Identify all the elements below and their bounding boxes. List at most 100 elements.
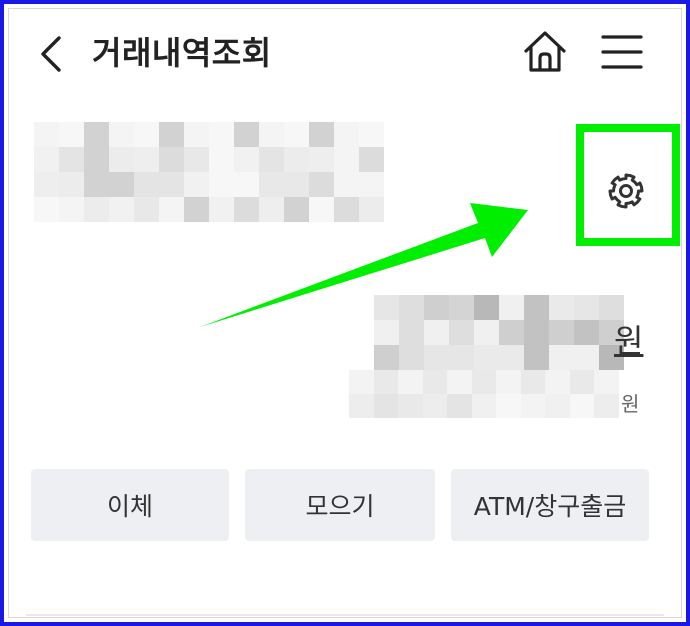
redaction-pixel <box>259 122 284 147</box>
redaction-pixel <box>334 122 359 147</box>
redaction-pixel <box>334 147 359 172</box>
redaction-pixel <box>549 320 574 345</box>
redaction-pixel <box>109 172 134 197</box>
page-title: 거래내역조회 <box>92 34 272 72</box>
redaction-pixel <box>399 295 424 320</box>
home-button[interactable] <box>521 28 569 76</box>
redaction-pixel <box>34 172 59 197</box>
redaction-pixel <box>524 295 549 320</box>
redaction-pixel <box>309 197 334 222</box>
redaction-pixel <box>284 172 309 197</box>
redaction-pixel <box>59 197 84 222</box>
redaction-pixel <box>474 345 499 370</box>
redaction-pixel <box>259 147 284 172</box>
redaction-pixel <box>545 370 570 394</box>
redaction-pixel <box>449 320 474 345</box>
balance-unit: 원 <box>614 322 644 360</box>
balance-amount-redacted <box>374 295 624 370</box>
atm-withdrawal-button[interactable]: ATM/창구출금 <box>451 469 649 541</box>
redaction-pixel <box>447 394 472 418</box>
redaction-pixel <box>549 345 574 370</box>
redaction-pixel <box>84 197 109 222</box>
redaction-pixel <box>309 122 334 147</box>
redaction-pixel <box>34 147 59 172</box>
redaction-pixel <box>349 370 374 394</box>
redaction-pixel <box>159 172 184 197</box>
redaction-pixel <box>159 122 184 147</box>
account-settings-button[interactable] <box>602 167 650 215</box>
redaction-pixel <box>334 197 359 222</box>
redaction-pixel <box>184 197 209 222</box>
transfer-button[interactable]: 이체 <box>31 469 229 541</box>
redaction-pixel <box>574 320 599 345</box>
redaction-pixel <box>84 122 109 147</box>
redaction-pixel <box>374 295 399 320</box>
redaction-pixel <box>499 345 524 370</box>
available-amount-unit: 원 <box>621 392 640 416</box>
redaction-pixel <box>524 320 549 345</box>
redaction-pixel <box>159 197 184 222</box>
redaction-pixel <box>109 122 134 147</box>
redaction-pixel <box>134 122 159 147</box>
redaction-pixel <box>234 147 259 172</box>
redaction-pixel <box>59 172 84 197</box>
redaction-pixel <box>334 172 359 197</box>
redaction-pixel <box>84 147 109 172</box>
redaction-pixel <box>284 147 309 172</box>
account-info-redacted <box>34 122 384 222</box>
redaction-pixel <box>209 147 234 172</box>
redaction-pixel <box>449 295 474 320</box>
available-amount-redacted <box>349 370 619 418</box>
redaction-pixel <box>574 345 599 370</box>
redaction-pixel <box>134 197 159 222</box>
redaction-pixel <box>569 370 594 394</box>
redaction-pixel <box>209 197 234 222</box>
redaction-pixel <box>159 147 184 172</box>
redaction-pixel <box>499 295 524 320</box>
redaction-pixel <box>422 394 447 418</box>
redaction-pixel <box>309 147 334 172</box>
redaction-pixel <box>374 320 399 345</box>
redaction-pixel <box>422 370 447 394</box>
redaction-pixel <box>399 345 424 370</box>
redaction-pixel <box>574 295 599 320</box>
redaction-pixel <box>34 197 59 222</box>
redaction-pixel <box>134 147 159 172</box>
redaction-pixel <box>471 394 496 418</box>
redaction-pixel <box>109 197 134 222</box>
back-button[interactable] <box>34 32 70 76</box>
redaction-pixel <box>184 122 209 147</box>
collect-button[interactable]: 모으기 <box>245 469 435 541</box>
redaction-pixel <box>59 147 84 172</box>
redaction-pixel <box>474 320 499 345</box>
redaction-pixel <box>284 197 309 222</box>
redaction-pixel <box>424 345 449 370</box>
redaction-pixel <box>549 295 574 320</box>
redaction-pixel <box>545 394 570 418</box>
redaction-pixel <box>524 345 549 370</box>
redaction-pixel <box>184 172 209 197</box>
redaction-pixel <box>594 370 619 394</box>
redaction-pixel <box>259 172 284 197</box>
redaction-pixel <box>134 172 159 197</box>
hamburger-menu-icon <box>601 35 643 69</box>
redaction-pixel <box>447 370 472 394</box>
redaction-pixel <box>234 197 259 222</box>
redaction-pixel <box>59 122 84 147</box>
redaction-pixel <box>373 394 398 418</box>
redaction-pixel <box>520 370 545 394</box>
menu-button[interactable] <box>600 31 644 73</box>
redaction-pixel <box>424 320 449 345</box>
redaction-pixel <box>399 320 424 345</box>
home-icon <box>524 31 566 72</box>
redaction-pixel <box>398 394 423 418</box>
redaction-pixel <box>594 394 619 418</box>
redaction-pixel <box>359 172 384 197</box>
redaction-pixel <box>496 370 521 394</box>
redaction-pixel <box>359 147 384 172</box>
redaction-pixel <box>496 394 521 418</box>
redaction-pixel <box>373 370 398 394</box>
redaction-pixel <box>359 197 384 222</box>
redaction-pixel <box>359 122 384 147</box>
top-app-bar: 거래내역조회 <box>4 4 686 100</box>
